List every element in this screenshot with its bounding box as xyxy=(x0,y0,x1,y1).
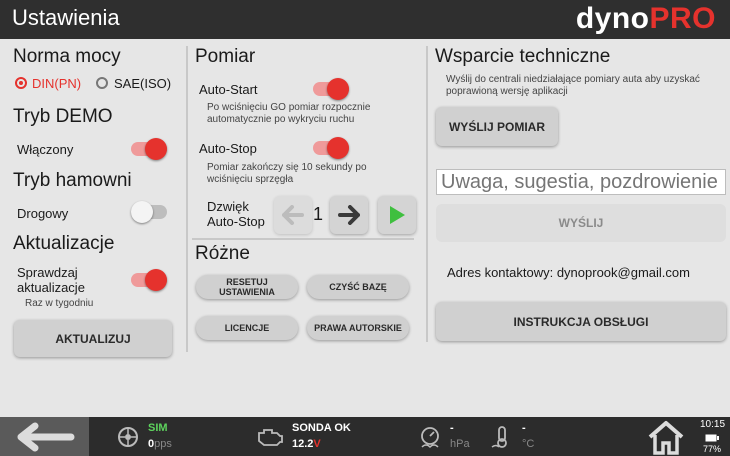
pressure-value: - xyxy=(450,422,454,434)
autostart-toggle[interactable] xyxy=(313,77,349,101)
send-button[interactable]: WYŚLIJ xyxy=(436,204,726,242)
norma-heading: Norma mocy xyxy=(13,46,121,67)
licenses-button[interactable]: LICENCJE xyxy=(196,316,298,340)
pomiar-heading: Pomiar xyxy=(195,46,256,67)
aktualizuj-button[interactable]: AKTUALIZUJ xyxy=(14,320,172,357)
sim-label: SIM xyxy=(148,422,168,434)
divider-1 xyxy=(186,46,188,352)
autostop-label: Auto-Stop xyxy=(199,141,257,156)
battery-level: 77% xyxy=(703,444,722,454)
arrow-right-icon xyxy=(338,205,360,225)
pressure-unit: hPa xyxy=(450,438,470,450)
status-bar: SIM 0pps SONDA OK 12.2V - hPa - °C 10:15… xyxy=(0,417,730,456)
app-logo: dynoPRO xyxy=(575,2,716,35)
copyright-button[interactable]: PRAWA AUTORSKIE xyxy=(307,316,409,340)
aktualizacje-heading: Aktualizacje xyxy=(13,233,115,254)
support-desc: Wyślij do centrali niedziałające pomiary… xyxy=(446,74,700,97)
demo-label: Włączony xyxy=(17,142,74,157)
battery-icon xyxy=(705,434,719,442)
page-title: Ustawienia xyxy=(12,5,120,30)
sound-prev-button[interactable] xyxy=(274,196,312,234)
wheel-icon xyxy=(118,427,138,447)
pressure-icon xyxy=(421,427,439,449)
back-button[interactable] xyxy=(0,417,89,456)
radio-sae-label[interactable]: SAE(ISO) xyxy=(114,76,171,91)
manual-button[interactable]: INSTRUKCJA OBSŁUGI xyxy=(436,302,726,341)
divider-2 xyxy=(192,238,414,240)
rozne-heading: Różne xyxy=(195,243,250,264)
contact-text: Adres kontaktowy: dynoprook@gmail.com xyxy=(447,265,690,280)
temperature-value: - xyxy=(522,422,526,434)
sound-next-button[interactable] xyxy=(330,196,368,234)
demo-heading: Tryb DEMO xyxy=(13,106,113,127)
aktualizacje-label: Sprawdzaj aktualizacje xyxy=(17,265,85,295)
autostart-label: Auto-Start xyxy=(199,82,258,97)
radio-sae[interactable] xyxy=(96,77,108,89)
demo-toggle[interactable] xyxy=(131,137,167,161)
autostart-desc: Po wciśnięciu GO pomiar rozpocznie autom… xyxy=(207,102,371,125)
divider-3 xyxy=(426,46,428,342)
radio-din-label[interactable]: DIN(PN) xyxy=(32,76,81,91)
aktualizacje-sub: Raz w tygodniu xyxy=(25,298,94,309)
engine-icon xyxy=(258,429,283,446)
aktualizacje-toggle[interactable] xyxy=(131,268,167,292)
sound-play-button[interactable] xyxy=(378,196,416,234)
arrow-back-icon xyxy=(17,422,74,451)
clock: 10:15 xyxy=(700,419,726,430)
temperature-unit: °C xyxy=(522,438,535,450)
hamowni-toggle[interactable] xyxy=(131,200,167,224)
clear-db-button[interactable]: CZYŚĆ BAZĘ xyxy=(307,275,409,299)
sound-value: 1 xyxy=(313,204,324,224)
autostop-desc: Pomiar zakończy się 10 sekundy po wciśni… xyxy=(207,162,367,185)
hamowni-label: Drogowy xyxy=(17,206,69,221)
home-icon[interactable] xyxy=(646,419,686,455)
hamowni-heading: Tryb hamowni xyxy=(13,170,132,191)
send-measurement-button[interactable]: WYŚLIJ POMIAR xyxy=(436,107,558,146)
sonda-value: 12.2V xyxy=(292,438,321,450)
app-header: Ustawienia dynoPRO xyxy=(0,0,730,39)
support-heading: Wsparcie techniczne xyxy=(435,46,611,67)
sonda-label: SONDA OK xyxy=(292,422,351,434)
autostop-toggle[interactable] xyxy=(313,136,349,160)
temperature-icon xyxy=(491,426,507,448)
feedback-input[interactable] xyxy=(436,169,726,195)
play-icon xyxy=(390,206,405,224)
radio-din[interactable] xyxy=(15,77,27,89)
arrow-left-icon xyxy=(282,205,304,225)
sound-label: Dzwięk Auto-Stop xyxy=(207,199,265,229)
reset-settings-button[interactable]: RESETUJ USTAWIENIA xyxy=(196,275,298,299)
sim-value: 0pps xyxy=(148,438,172,450)
